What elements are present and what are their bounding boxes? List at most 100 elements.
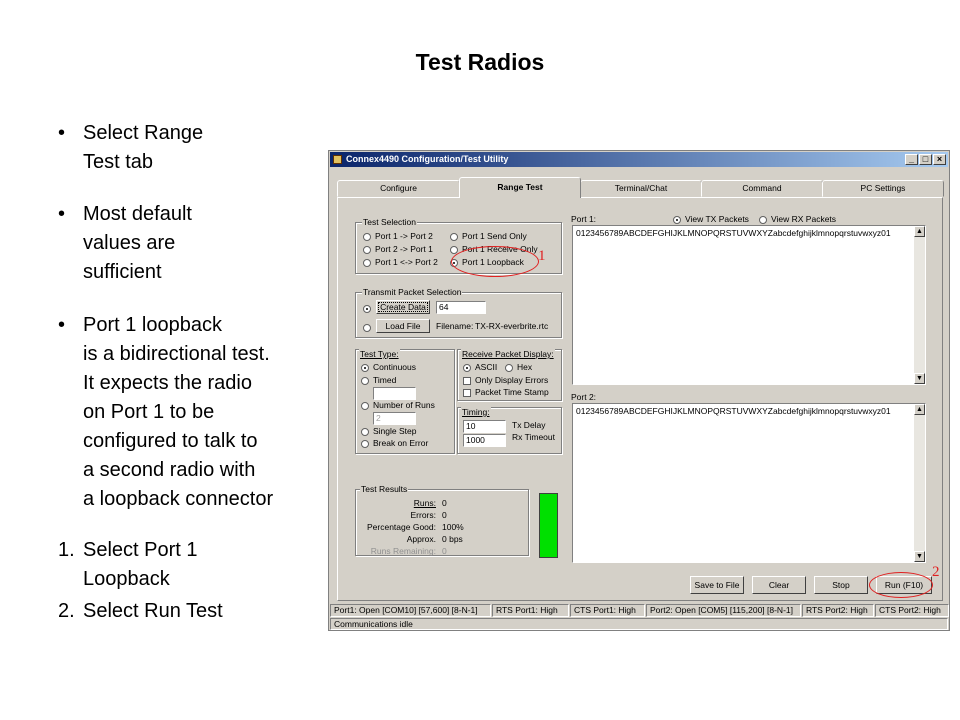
radio-port1-to-port2[interactable]: Port 1 -> Port 2 bbox=[363, 231, 433, 241]
port1-scrollbar[interactable]: ▲ ▼ bbox=[914, 226, 925, 384]
test-results-label: Test Results bbox=[360, 484, 409, 494]
bullet-text: Select Range Test tab bbox=[83, 119, 203, 177]
errors-value: 0 bbox=[442, 510, 447, 520]
save-to-file-button[interactable]: Save to File bbox=[690, 576, 744, 594]
rx-timeout-field[interactable]: 1000 bbox=[463, 434, 506, 447]
test-type-group: Test Type: Continuous Timed Number of Ru… bbox=[355, 349, 455, 454]
bullet-line: Most default bbox=[83, 203, 192, 225]
percentage-good-value: 100% bbox=[442, 522, 464, 532]
status-cts-port2: CTS Port2: High bbox=[875, 604, 949, 617]
annotation-ellipse-run bbox=[869, 572, 933, 598]
radio-view-rx[interactable]: View RX Packets bbox=[759, 214, 836, 224]
tab-pc-settings[interactable]: PC Settings bbox=[822, 180, 944, 197]
radio-continuous[interactable]: Continuous bbox=[361, 362, 416, 372]
test-results-group: Test Results Runs: 0 Errors: 0 Percentag… bbox=[355, 484, 529, 556]
title-bar[interactable]: Connex4490 Configuration/Test Utility _ … bbox=[330, 152, 948, 167]
port1-textarea[interactable]: 0123456789ABCDEFGHIJKLMNOPQRSTUVWXYZabcd… bbox=[572, 225, 926, 385]
timed-field[interactable] bbox=[373, 387, 416, 400]
bullet-line: on Port 1 to be bbox=[83, 401, 215, 423]
annotation-ellipse-loopback bbox=[451, 246, 539, 277]
test-type-label: Test Type: bbox=[359, 349, 400, 359]
radio-port1-both-port2[interactable]: Port 1 <-> Port 2 bbox=[363, 257, 438, 267]
errors-label: Errors: bbox=[410, 510, 437, 520]
scroll-up-icon[interactable]: ▲ bbox=[914, 404, 925, 415]
bullet-line: a second radio with bbox=[83, 459, 256, 481]
clear-button[interactable]: Clear bbox=[752, 576, 806, 594]
radio-port1-send-only[interactable]: Port 1 Send Only bbox=[450, 231, 527, 241]
runs-remaining-label: Runs Remaining: bbox=[370, 546, 436, 556]
receive-display-group: Receive Packet Display: ASCII Hex Only D… bbox=[457, 349, 562, 401]
status-bar: Port1: Open [COM10] [57,600] [8-N-1] RTS… bbox=[330, 604, 949, 617]
maximize-button[interactable]: □ bbox=[919, 154, 932, 165]
filename-label: Filename: bbox=[436, 321, 474, 331]
tab-terminal-chat[interactable]: Terminal/Chat bbox=[580, 180, 702, 197]
bullet-marker: • bbox=[58, 314, 66, 336]
receive-display-label: Receive Packet Display: bbox=[461, 349, 555, 359]
tx-delay-field[interactable]: 10 bbox=[463, 420, 506, 433]
bullet-line: values are bbox=[83, 232, 176, 254]
load-file-button[interactable]: Load File bbox=[376, 319, 430, 333]
bullet-line: Port 1 loopback bbox=[83, 314, 222, 336]
bullet-marker: • bbox=[58, 203, 66, 225]
status-rts-port1: RTS Port1: High bbox=[492, 604, 569, 617]
approx-value: 0 bps bbox=[442, 534, 463, 544]
radio-view-tx[interactable]: View TX Packets bbox=[673, 214, 749, 224]
bullet-marker: 1. bbox=[58, 539, 75, 561]
tab-range-test[interactable]: Range Test bbox=[459, 177, 581, 198]
rx-timeout-label: Rx Timeout bbox=[512, 432, 555, 442]
window-title: Connex4490 Configuration/Test Utility bbox=[346, 154, 509, 164]
test-selection-label: Test Selection bbox=[362, 217, 417, 227]
app-window: Connex4490 Configuration/Test Utility _ … bbox=[328, 150, 950, 631]
bullet-line: It expects the radio bbox=[83, 372, 252, 394]
port2-scrollbar[interactable]: ▲ ▼ bbox=[914, 404, 925, 562]
close-button[interactable]: × bbox=[933, 154, 946, 165]
tab-configure[interactable]: Configure bbox=[337, 180, 460, 197]
bullet-line: Select Port 1 bbox=[83, 539, 198, 561]
stop-button[interactable]: Stop bbox=[814, 576, 868, 594]
bullet-line: Test tab bbox=[83, 151, 154, 173]
radio-timed[interactable]: Timed bbox=[361, 375, 396, 385]
bullet-text: Most default values are sufficient bbox=[83, 200, 192, 287]
radio-single-step[interactable]: Single Step bbox=[361, 426, 416, 436]
bullet-line: configured to talk to bbox=[83, 430, 258, 452]
radio-create-data[interactable] bbox=[363, 303, 375, 313]
tx-delay-label: Tx Delay bbox=[512, 420, 546, 430]
port1-text: 0123456789ABCDEFGHIJKLMNOPQRSTUVWXYZabcd… bbox=[576, 228, 891, 238]
port2-textarea[interactable]: 0123456789ABCDEFGHIJKLMNOPQRSTUVWXYZabcd… bbox=[572, 403, 926, 563]
approx-label: Approx. bbox=[406, 534, 436, 544]
status-indicator bbox=[539, 493, 558, 558]
radio-hex[interactable]: Hex bbox=[505, 362, 532, 372]
annotation-number-2: 2 bbox=[932, 564, 940, 580]
scroll-down-icon[interactable]: ▼ bbox=[914, 373, 925, 384]
scroll-up-icon[interactable]: ▲ bbox=[914, 226, 925, 237]
status-message: Communications idle bbox=[330, 618, 948, 630]
radio-port2-to-port1[interactable]: Port 2 -> Port 1 bbox=[363, 244, 433, 254]
transmit-packet-label: Transmit Packet Selection bbox=[362, 287, 463, 297]
bullet-line: Select Run Test bbox=[83, 600, 223, 622]
bullet-marker: 2. bbox=[58, 600, 75, 622]
radio-break-on-error[interactable]: Break on Error bbox=[361, 438, 428, 448]
runs-field[interactable]: 2 bbox=[373, 412, 416, 425]
transmit-packet-group: Transmit Packet Selection Create Data 64… bbox=[355, 287, 562, 338]
tab-command[interactable]: Command bbox=[701, 180, 823, 197]
bullet-text: Select Run Test bbox=[83, 597, 223, 626]
only-display-errors-checkbox[interactable]: Only Display Errors bbox=[463, 375, 548, 385]
status-port1: Port1: Open [COM10] [57,600] [8-N-1] bbox=[330, 604, 491, 617]
bullet-line: is a bidirectional test. bbox=[83, 343, 270, 365]
bullet-line: sufficient bbox=[83, 261, 162, 283]
status-cts-port1: CTS Port1: High bbox=[570, 604, 645, 617]
packet-size-field[interactable]: 64 bbox=[436, 301, 486, 314]
radio-load-file[interactable] bbox=[363, 322, 375, 332]
create-data-button[interactable]: Create Data bbox=[376, 300, 430, 314]
timing-group: Timing: 10 Tx Delay 1000 Rx Timeout bbox=[457, 407, 562, 454]
radio-ascii[interactable]: ASCII bbox=[463, 362, 497, 372]
minimize-button[interactable]: _ bbox=[905, 154, 918, 165]
port2-text: 0123456789ABCDEFGHIJKLMNOPQRSTUVWXYZabcd… bbox=[576, 406, 891, 416]
packet-time-stamp-checkbox[interactable]: Packet Time Stamp bbox=[463, 387, 549, 397]
runs-value: 0 bbox=[442, 498, 447, 508]
bullet-text: Select Port 1 Loopback bbox=[83, 536, 198, 594]
bullet-line: a loopback connector bbox=[83, 488, 274, 510]
bullet-text: Port 1 loopback is a bidirectional test. I… bbox=[83, 311, 273, 514]
scroll-down-icon[interactable]: ▼ bbox=[914, 551, 925, 562]
radio-number-of-runs[interactable]: Number of Runs bbox=[361, 400, 435, 410]
